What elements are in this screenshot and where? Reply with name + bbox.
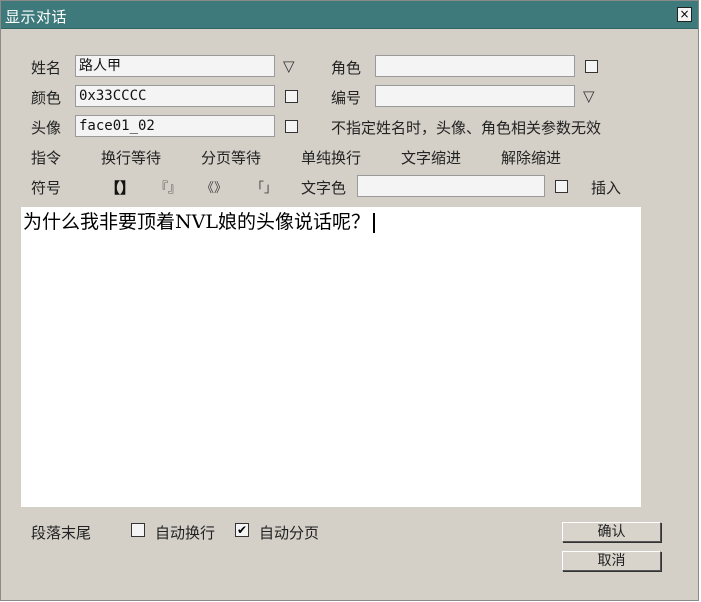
dialogue-text: 为什么我非要顶着NVL娘的头像说话呢？ bbox=[23, 207, 375, 234]
window-title: 显示对话 bbox=[5, 8, 68, 26]
text-color-field[interactable] bbox=[357, 175, 545, 197]
avatar-label: 头像 bbox=[31, 119, 62, 137]
role-field[interactable] bbox=[375, 55, 575, 77]
text-caret bbox=[372, 213, 375, 233]
auto-newline-label[interactable]: 自动换行 bbox=[155, 522, 215, 543]
cancel-button[interactable]: 取消 bbox=[562, 551, 661, 571]
color-picker-button[interactable] bbox=[285, 90, 298, 103]
text-color-picker-button[interactable] bbox=[555, 180, 568, 193]
paragraph-end-label: 段落末尾 bbox=[31, 524, 92, 542]
role-label: 角色 bbox=[331, 59, 362, 77]
auto-newline-checkbox[interactable] bbox=[131, 523, 145, 537]
role-select-button[interactable] bbox=[585, 60, 598, 73]
symbol-corner-brackets[interactable]: 「」 bbox=[251, 177, 277, 196]
dialog-window: 显示对话 × 姓名 路人甲 ▽ 角色 颜色 0x33CCCC 编号 ▽ 头像 f… bbox=[0, 0, 699, 601]
commands-label: 指令 bbox=[31, 149, 62, 167]
color-label: 颜色 bbox=[31, 89, 62, 107]
avatar-browse-button[interactable] bbox=[285, 120, 298, 133]
auto-page-label[interactable]: 自动分页 bbox=[259, 522, 319, 543]
dialogue-text-editor[interactable]: 为什么我非要顶着NVL娘的头像说话呢？ bbox=[21, 207, 641, 507]
cmd-newline[interactable]: 单纯换行 bbox=[301, 147, 361, 168]
avatar-hint: 不指定姓名时，头像、角色相关参数无效 bbox=[331, 119, 602, 137]
ok-button[interactable]: 确认 bbox=[562, 522, 661, 542]
name-dropdown-icon[interactable]: ▽ bbox=[283, 58, 295, 74]
insert-button[interactable]: 插入 bbox=[591, 177, 621, 198]
symbol-white-corner-brackets[interactable]: 『』 bbox=[155, 177, 181, 196]
cmd-unindent[interactable]: 解除缩进 bbox=[501, 147, 561, 168]
name-field[interactable]: 路人甲 bbox=[75, 55, 275, 77]
cmd-wait-newline[interactable]: 换行等待 bbox=[101, 147, 161, 168]
name-label: 姓名 bbox=[31, 59, 62, 77]
number-field[interactable] bbox=[375, 85, 575, 107]
cmd-wait-page[interactable]: 分页等待 bbox=[201, 147, 261, 168]
symbol-double-angle-brackets[interactable]: 《》 bbox=[201, 177, 227, 196]
text-color-label: 文字色 bbox=[301, 179, 347, 197]
avatar-field[interactable]: face01_02 bbox=[75, 115, 275, 137]
close-icon[interactable]: × bbox=[677, 7, 692, 22]
symbol-lenticular-brackets[interactable]: 【】 bbox=[105, 177, 135, 198]
title-bar[interactable]: 显示对话 × bbox=[1, 1, 698, 29]
cmd-indent[interactable]: 文字缩进 bbox=[401, 147, 461, 168]
number-dropdown-icon[interactable]: ▽ bbox=[583, 88, 595, 104]
auto-page-checkbox[interactable]: ✔ bbox=[235, 523, 249, 537]
color-field[interactable]: 0x33CCCC bbox=[75, 85, 275, 107]
symbols-label: 符号 bbox=[31, 179, 62, 197]
number-label: 编号 bbox=[331, 89, 362, 107]
